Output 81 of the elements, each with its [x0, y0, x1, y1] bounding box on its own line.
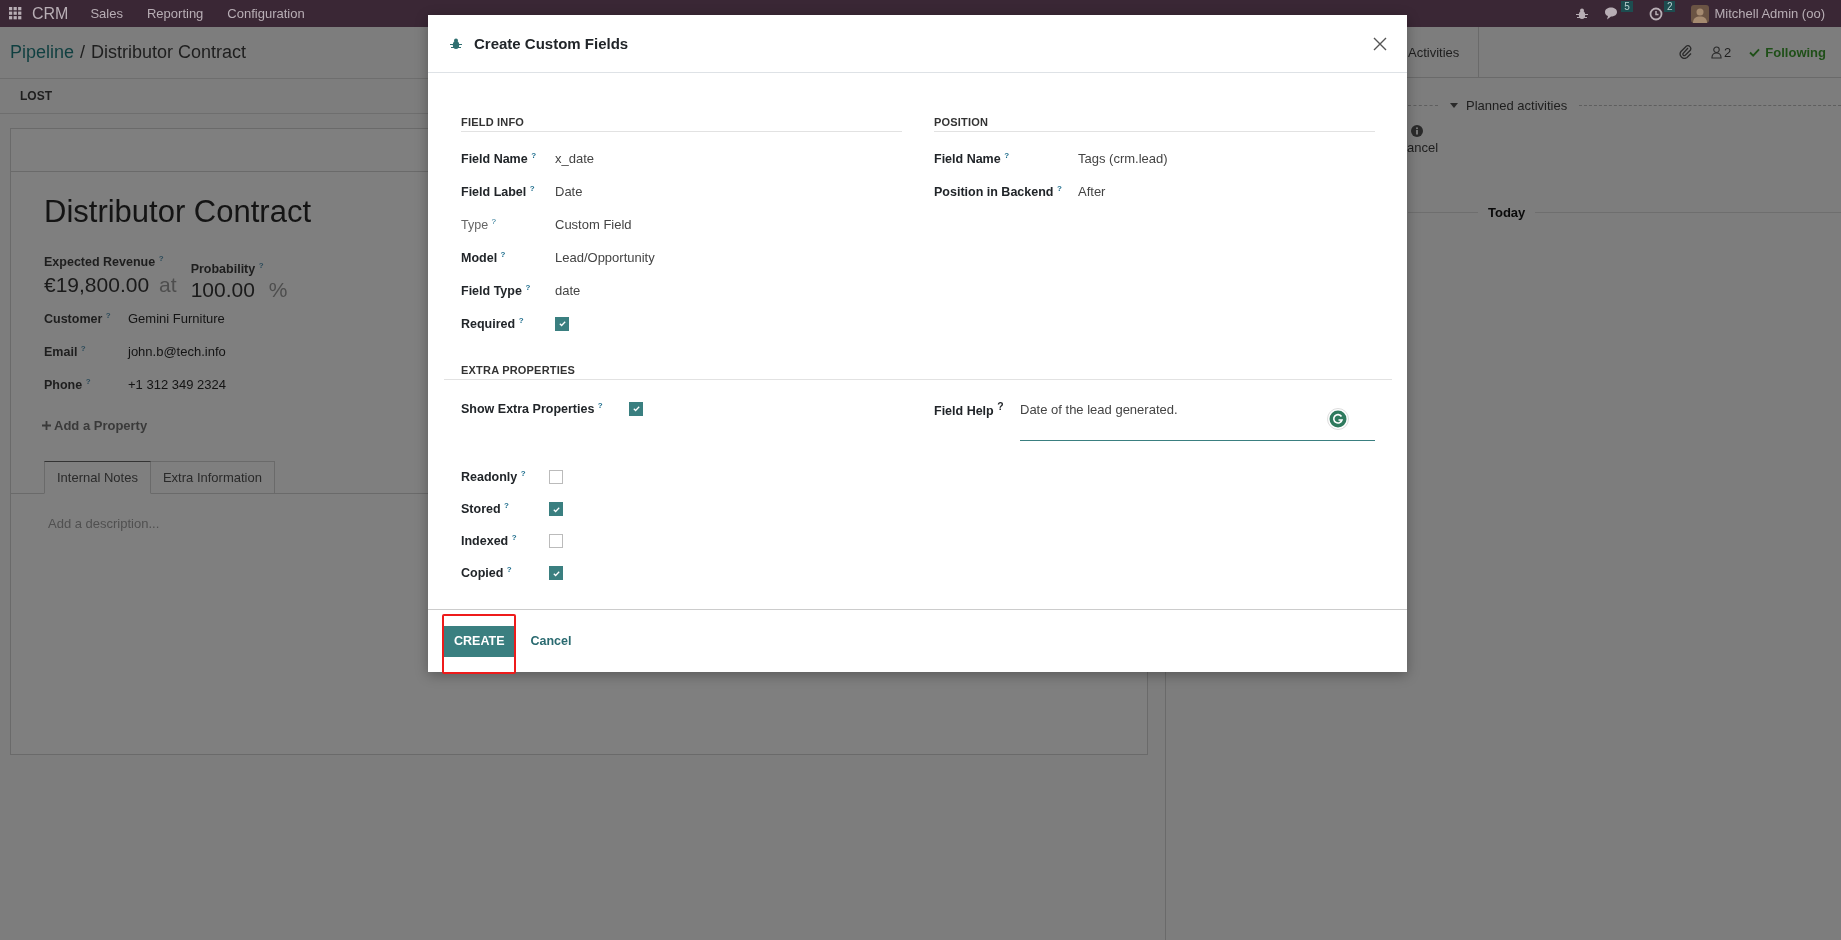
create-button[interactable]: CREATE [444, 625, 515, 657]
check-icon [557, 319, 567, 328]
check-icon [1749, 47, 1761, 57]
field-label: Position in Backend $^{?}$ [934, 183, 1063, 200]
field-label: Field Name $^{?}$ [934, 150, 1011, 167]
planned-activities-toggle[interactable]: Planned activities [1450, 98, 1568, 113]
field-label: Stored $^{?}$ [461, 501, 510, 517]
field-label: Field Label $^{?}$ [461, 183, 536, 200]
menu-item[interactable]: Configuration [227, 6, 305, 21]
field-value: Custom Field [555, 217, 632, 232]
checkbox[interactable] [549, 502, 563, 516]
field-label: Copied $^{?}$ [461, 565, 513, 581]
bug-icon[interactable] [1576, 7, 1589, 20]
paperclip-icon[interactable] [1679, 45, 1694, 59]
notebook-tab[interactable]: Internal Notes [44, 461, 151, 495]
field-label: Field Name $^{?}$ [461, 150, 538, 167]
section-heading: EXTRA PROPERTIES [444, 364, 1392, 380]
following-button[interactable]: Following [1749, 44, 1826, 60]
menu-item[interactable]: Reporting [146, 6, 204, 21]
checkbox[interactable] [549, 534, 563, 548]
field-label: Customer $^{?}$ [44, 311, 112, 327]
lost-button[interactable]: LOST [10, 85, 62, 107]
field-help-input[interactable]: Date of the lead generated. [1020, 401, 1375, 441]
breadcrumb-current: Distributor Contract [91, 42, 247, 63]
cancel-link[interactable]: ancel [1407, 140, 1841, 155]
field-label: Required $^{?}$ [461, 315, 525, 332]
notebook-tab[interactable]: Extra Information [150, 461, 275, 495]
field-value: x_date [555, 151, 595, 166]
menu-item[interactable]: Sales [90, 6, 123, 21]
field-label: Phone $^{?}$ [44, 377, 92, 393]
field-label: Indexed $^{?}$ [461, 533, 518, 549]
checkbox[interactable] [549, 470, 563, 484]
record-title: Distributor Contract [44, 194, 312, 230]
check-icon [551, 568, 561, 578]
info-icon[interactable] [1411, 125, 1423, 137]
caret-icon [1450, 103, 1458, 108]
section-heading: FIELD INFO [461, 116, 902, 132]
checkbox[interactable] [555, 316, 569, 331]
field-label: Model $^{?}$ [461, 249, 507, 266]
breadcrumb-link[interactable]: Pipeline [10, 42, 75, 63]
checkbox[interactable] [549, 566, 563, 580]
close-icon[interactable] [1373, 36, 1387, 51]
bug-icon [450, 37, 462, 50]
field-label: Show Extra Properties $^{?}$ [461, 400, 604, 417]
field-value: john.b@tech.info [128, 344, 226, 360]
avatar[interactable] [1691, 4, 1710, 23]
message-count-badge: 5 [1621, 0, 1633, 12]
breadcrumb-separator: / [80, 42, 86, 63]
cancel-button[interactable]: Cancel [526, 630, 576, 652]
field-value: +1 312 349 2324 [128, 377, 226, 393]
field-label: Field Type $^{?}$ [461, 282, 532, 299]
field-label: Email $^{?}$ [44, 344, 87, 360]
user-name[interactable]: Mitchell Admin (oo) [1714, 6, 1825, 21]
field-value: After [1078, 184, 1106, 199]
field-label: Field Help $^{?}$ [934, 401, 1005, 419]
activity-count-badge: 2 [1663, 0, 1676, 12]
field-value: Tags (crm.lead) [1078, 151, 1168, 166]
add-property-link[interactable]: Add a Property [42, 418, 148, 434]
plus-icon [42, 421, 51, 431]
probability-value: 100.00 [190, 278, 255, 303]
clock-icon[interactable] [1648, 6, 1663, 21]
followers-button[interactable]: 2 [1711, 44, 1732, 60]
checkbox[interactable] [629, 401, 643, 416]
check-icon [631, 404, 641, 413]
refresh-circle-icon[interactable] [1327, 408, 1349, 430]
field-value: date [555, 283, 581, 298]
check-icon [551, 504, 561, 514]
field-value: Date [555, 184, 583, 199]
percent-sign: % [268, 278, 288, 303]
dialog-title: Create Custom Fields [474, 35, 629, 52]
field-value: Gemini Furniture [128, 311, 225, 327]
section-heading: POSITION [934, 116, 1375, 132]
apps-grid-icon[interactable] [9, 7, 22, 20]
field-label: Probability $^{?}$ [190, 261, 265, 277]
field-label: Expected Revenue $^{?}$ [44, 254, 165, 270]
revenue-value: €19,800.00 [44, 273, 150, 298]
field-label: Type $^{?}$ [461, 216, 498, 233]
field-label: Readonly $^{?}$ [461, 469, 527, 485]
date-separator: Today [1488, 205, 1526, 220]
field-value: Lead/Opportunity [555, 250, 655, 265]
app-name[interactable]: CRM [32, 4, 69, 23]
